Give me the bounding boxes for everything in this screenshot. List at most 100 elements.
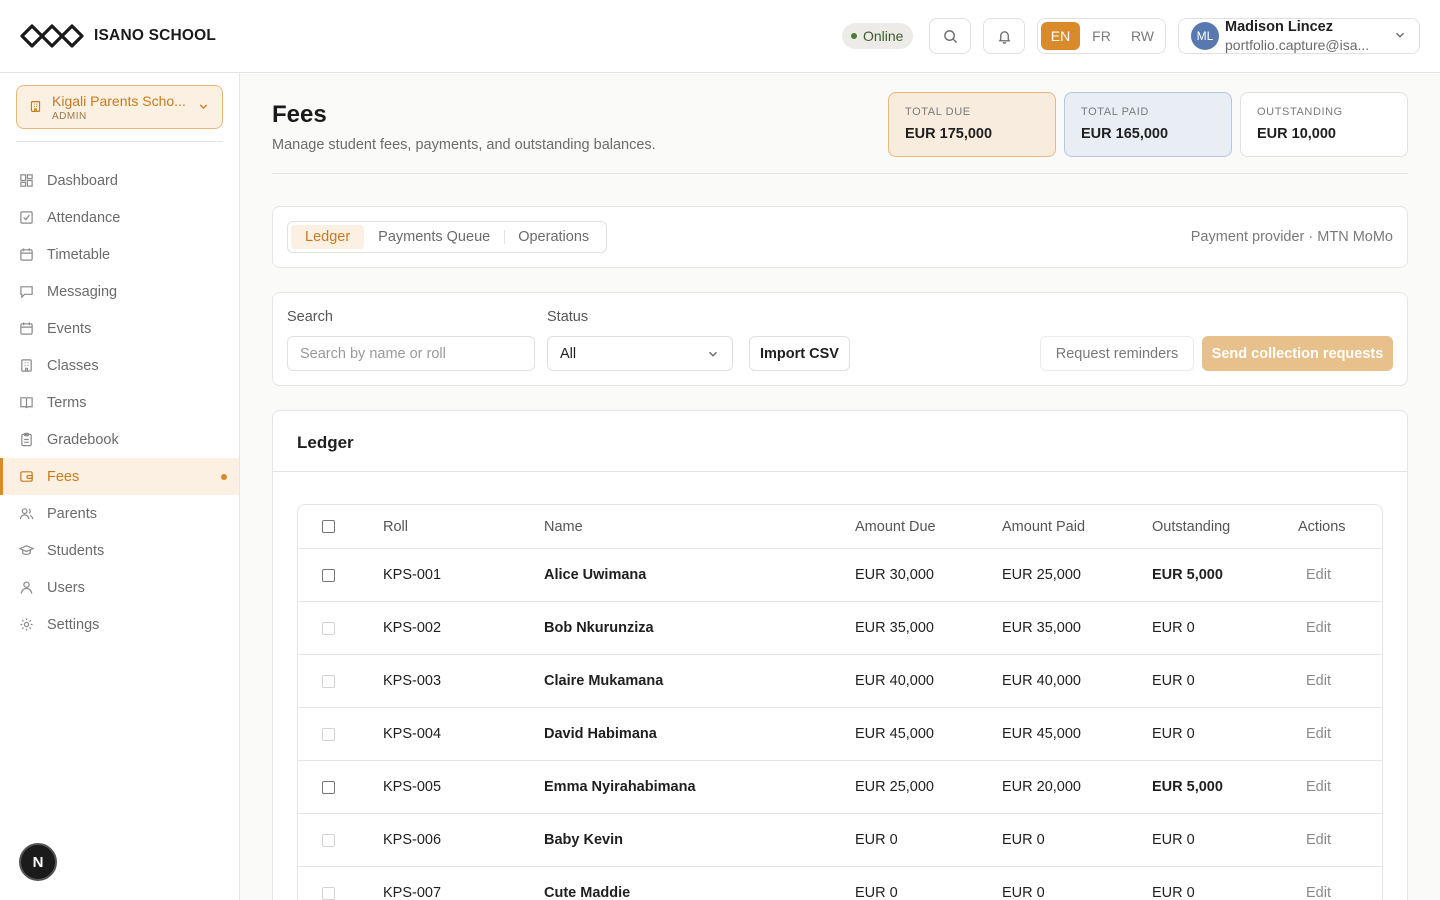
sidebar-item-settings[interactable]: Settings	[0, 606, 239, 643]
language-switcher: EN FR RW	[1037, 18, 1166, 54]
outstanding-cell: EUR 0	[1152, 673, 1195, 689]
sidebar-item-messaging[interactable]: Messaging	[0, 273, 239, 310]
table-row: KPS-007 Cute Maddie EUR 0 EUR 0 EUR 0 Ed…	[298, 866, 1382, 900]
chevron-down-icon	[1396, 32, 1404, 38]
status-select[interactable]: All	[547, 336, 733, 371]
edit-button[interactable]: Edit	[1306, 655, 1331, 707]
brand-logo[interactable]: ISANO SCHOOL	[20, 20, 216, 52]
amount-due-cell: EUR 25,000	[855, 779, 934, 795]
ledger-table: Roll Name Amount Due Amount Paid Outstan…	[297, 504, 1383, 900]
amount-paid-cell: EUR 0	[1002, 832, 1045, 848]
table-row: KPS-004 David Habimana EUR 45,000 EUR 45…	[298, 707, 1382, 760]
amount-due-cell: EUR 35,000	[855, 620, 934, 636]
school-switcher[interactable]: Kigali Parents Scho... ADMIN	[16, 85, 223, 129]
fees-tabs: Ledger Payments Queue Operations	[287, 221, 608, 253]
ledger-card: Ledger Roll Name Amount Due Amount Paid …	[272, 410, 1408, 900]
select-all-checkbox[interactable]	[322, 520, 335, 533]
stat-label: TOTAL DUE	[905, 106, 971, 118]
row-checkbox[interactable]	[322, 780, 335, 794]
edit-button[interactable]: Edit	[1306, 761, 1331, 813]
outstanding-cell: EUR 5,000	[1152, 779, 1223, 795]
tab-operations[interactable]: Operations	[504, 225, 603, 249]
name-cell: Baby Kevin	[544, 832, 623, 848]
sidebar-divider	[16, 141, 223, 142]
roll-cell: KPS-006	[383, 832, 442, 848]
sidebar-item-parents[interactable]: Parents	[0, 495, 239, 532]
table-header-row: Roll Name Amount Due Amount Paid Outstan…	[298, 505, 1382, 548]
outstanding-cell: EUR 0	[1152, 885, 1195, 900]
amount-due-cell: EUR 0	[855, 885, 898, 900]
amount-paid-cell: EUR 45,000	[1002, 726, 1081, 742]
name-cell: Cute Maddie	[544, 885, 631, 900]
tab-payments-queue[interactable]: Payments Queue	[364, 225, 504, 249]
request-reminders-button[interactable]: Request reminders	[1040, 336, 1194, 371]
edit-button[interactable]: Edit	[1306, 602, 1331, 654]
wallet-icon	[20, 471, 33, 482]
outstanding-cell: EUR 5,000	[1152, 567, 1223, 583]
calendar-icon	[20, 322, 33, 335]
amount-paid-cell: EUR 40,000	[1002, 673, 1081, 689]
sidebar-item-dashboard[interactable]: Dashboard	[0, 162, 239, 199]
stat-value: EUR 165,000	[1081, 126, 1169, 142]
sidebar-item-users[interactable]: Users	[0, 569, 239, 606]
sidebar-item-label: Settings	[47, 616, 100, 633]
dev-tools-badge[interactable]: N	[19, 843, 57, 881]
import-csv-button[interactable]: Import CSV	[749, 336, 850, 371]
sidebar-item-fees[interactable]: Fees	[0, 458, 239, 495]
online-status-badge: Online	[842, 23, 914, 49]
sidebar-item-students[interactable]: Students	[0, 532, 239, 569]
sidebar-item-timetable[interactable]: Timetable	[0, 236, 239, 273]
outstanding-cell: EUR 0	[1152, 726, 1195, 742]
school-name: Kigali Parents Scho...	[52, 93, 186, 109]
language-en[interactable]: EN	[1041, 22, 1080, 50]
filters-card: Search Status All Import CSV Request rem…	[272, 292, 1408, 386]
sidebar-item-attendance[interactable]: Attendance	[0, 199, 239, 236]
header-divider	[272, 173, 1408, 174]
row-checkbox[interactable]	[322, 568, 335, 582]
avatar: ML	[1191, 22, 1219, 50]
send-collection-requests-button[interactable]: Send collection requests	[1202, 336, 1393, 371]
row-select-cell	[322, 602, 335, 654]
user-menu[interactable]: ML Madison Lincez portfolio.capture@isa.…	[1178, 18, 1420, 54]
building-icon	[30, 101, 41, 112]
graduation-cap-icon	[19, 545, 34, 555]
name-cell: Alice Uwimana	[544, 567, 647, 583]
sidebar-item-classes[interactable]: Classes	[0, 347, 239, 384]
name-cell: Emma Nyirahabimana	[544, 779, 696, 795]
edit-button[interactable]: Edit	[1306, 814, 1331, 866]
language-fr[interactable]: FR	[1082, 22, 1121, 50]
sidebar-item-label: Dashboard	[47, 172, 118, 189]
edit-button[interactable]: Edit	[1306, 549, 1331, 601]
edit-button[interactable]: Edit	[1306, 708, 1331, 760]
table-row: KPS-006 Baby Kevin EUR 0 EUR 0 EUR 0 Edi…	[298, 813, 1382, 866]
sidebar-item-terms[interactable]: Terms	[0, 384, 239, 421]
stat-total-due: TOTAL DUE EUR 175,000	[888, 92, 1056, 157]
user-icon	[20, 581, 33, 594]
name-cell: Bob Nkurunziza	[544, 620, 654, 636]
tab-ledger[interactable]: Ledger	[291, 225, 365, 249]
sidebar-item-gradebook[interactable]: Gradebook	[0, 421, 239, 458]
bell-icon	[998, 30, 1010, 44]
language-rw[interactable]: RW	[1123, 22, 1162, 50]
user-email: portfolio.capture@isa...	[1225, 37, 1370, 53]
online-status-label: Online	[863, 28, 904, 44]
row-checkbox-disabled	[322, 833, 335, 847]
column-header-name: Name	[544, 518, 583, 535]
sidebar: Kigali Parents Scho... ADMIN Dashboard A…	[0, 73, 240, 900]
sidebar-nav: Dashboard Attendance Timetable Messaging…	[0, 162, 239, 643]
row-checkbox-disabled	[322, 621, 335, 635]
top-bar: ISANO SCHOOL Online EN FR RW ML Madison …	[0, 0, 1440, 73]
edit-button[interactable]: Edit	[1306, 867, 1331, 900]
stat-value: EUR 10,000	[1257, 126, 1336, 142]
sidebar-item-events[interactable]: Events	[0, 310, 239, 347]
row-checkbox-disabled	[322, 886, 335, 900]
search-input[interactable]	[287, 336, 535, 371]
search-button[interactable]	[929, 18, 971, 54]
grid-icon	[20, 174, 33, 187]
name-cell: David Habimana	[544, 726, 657, 742]
outstanding-cell: EUR 0	[1152, 620, 1195, 636]
column-header-actions: Actions	[1298, 518, 1346, 535]
notifications-button[interactable]	[983, 18, 1025, 54]
roll-cell: KPS-001	[383, 567, 442, 583]
message-icon	[20, 286, 33, 299]
